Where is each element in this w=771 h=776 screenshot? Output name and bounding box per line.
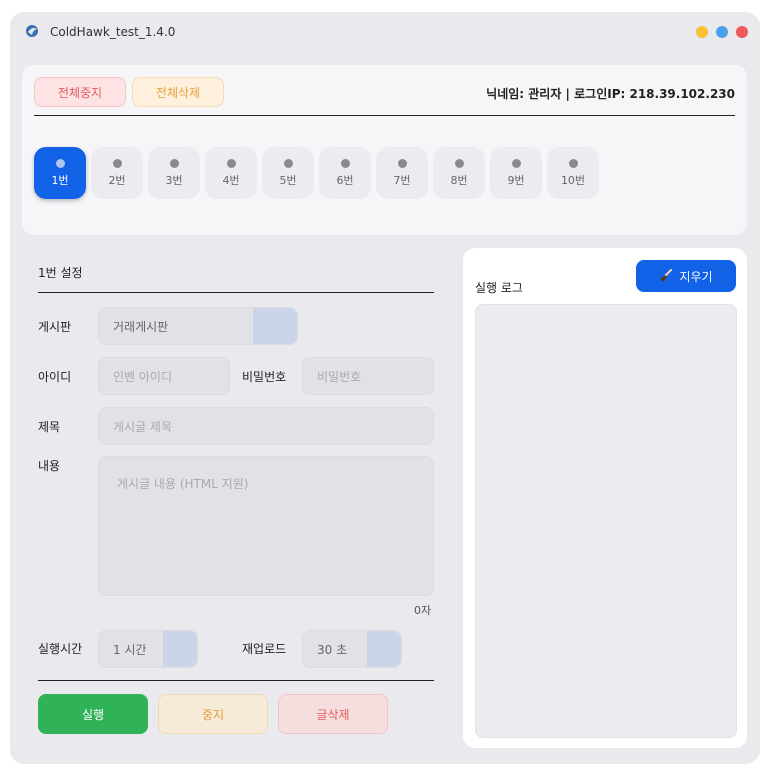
status-dot-icon bbox=[283, 158, 293, 168]
status-dot-icon bbox=[55, 158, 65, 168]
status-dot-icon bbox=[511, 158, 521, 168]
delete-post-button[interactable]: 글삭제 bbox=[278, 694, 388, 734]
stop-all-button[interactable]: 전체중지 bbox=[34, 77, 126, 107]
run-time-dropdown-button[interactable] bbox=[163, 631, 197, 667]
slot-tab-9[interactable]: 9번 bbox=[490, 147, 542, 199]
log-output[interactable] bbox=[475, 304, 737, 738]
delete-all-button[interactable]: 전체삭제 bbox=[132, 77, 224, 107]
status-dot-icon bbox=[397, 158, 407, 168]
slot-tab-3[interactable]: 3번 bbox=[148, 147, 200, 199]
reload-value: 30 초 bbox=[317, 642, 348, 657]
maximize-button[interactable] bbox=[716, 26, 728, 38]
password-input[interactable]: 비밀번호 bbox=[302, 357, 434, 395]
title-bar: ColdHawk_test_1.4.0 bbox=[10, 12, 760, 52]
subject-label: 제목 bbox=[38, 420, 61, 434]
reload-label: 재업로드 bbox=[242, 642, 287, 656]
slot-tab-7[interactable]: 7번 bbox=[376, 147, 428, 199]
run-time-select[interactable]: 1 시간 bbox=[98, 630, 198, 668]
slot-tab-label: 3번 bbox=[165, 173, 183, 187]
divider bbox=[38, 680, 434, 681]
settings-title: 1번 설정 bbox=[38, 266, 83, 280]
slot-tab-label: 9번 bbox=[507, 173, 525, 187]
run-time-value: 1 시간 bbox=[113, 642, 147, 657]
clear-log-label: 지우기 bbox=[679, 269, 713, 284]
reload-dropdown-button[interactable] bbox=[367, 631, 401, 667]
app-window: ColdHawk_test_1.4.0 전체중지 전체삭제 닉네임: 관리자 |… bbox=[10, 12, 760, 764]
id-input[interactable]: 인벤 아이디 bbox=[98, 357, 230, 395]
slot-tab-6[interactable]: 6번 bbox=[319, 147, 371, 199]
board-select[interactable]: 거래게시판 bbox=[98, 307, 298, 345]
divider bbox=[38, 292, 434, 293]
run-button[interactable]: 실행 bbox=[38, 694, 148, 734]
board-dropdown-button[interactable] bbox=[253, 308, 297, 344]
user-info: 닉네임: 관리자 | 로그인IP: 218.39.102.230 bbox=[486, 87, 735, 101]
slot-tab-label: 1번 bbox=[51, 173, 69, 187]
content-label: 내용 bbox=[38, 459, 61, 473]
status-dot-icon bbox=[169, 158, 179, 168]
slot-tab-10[interactable]: 10번 bbox=[547, 147, 599, 199]
board-label: 게시판 bbox=[38, 320, 72, 334]
slot-tab-label: 8번 bbox=[450, 173, 468, 187]
window-title: ColdHawk_test_1.4.0 bbox=[50, 25, 176, 39]
slot-tab-4[interactable]: 4번 bbox=[205, 147, 257, 199]
top-panel: 전체중지 전체삭제 닉네임: 관리자 | 로그인IP: 218.39.102.2… bbox=[22, 65, 747, 235]
reload-select[interactable]: 30 초 bbox=[302, 630, 402, 668]
status-dot-icon bbox=[340, 158, 350, 168]
slot-tab-8[interactable]: 8번 bbox=[433, 147, 485, 199]
status-dot-icon bbox=[454, 158, 464, 168]
slot-tab-2[interactable]: 2번 bbox=[91, 147, 143, 199]
char-count: 0자 bbox=[414, 604, 432, 617]
subject-input[interactable]: 게시글 제목 bbox=[98, 407, 434, 445]
log-title: 실행 로그 bbox=[475, 281, 523, 295]
close-button[interactable] bbox=[736, 26, 748, 38]
stop-button[interactable]: 중지 bbox=[158, 694, 268, 734]
password-label: 비밀번호 bbox=[242, 370, 287, 384]
slot-tab-label: 7번 bbox=[393, 173, 411, 187]
run-time-label: 실행시간 bbox=[38, 642, 83, 656]
slot-tab-label: 4번 bbox=[222, 173, 240, 187]
slot-tab-5[interactable]: 5번 bbox=[262, 147, 314, 199]
divider bbox=[34, 115, 735, 116]
board-select-value: 거래게시판 bbox=[113, 319, 169, 334]
status-dot-icon bbox=[226, 158, 236, 168]
minimize-button[interactable] bbox=[696, 26, 708, 38]
broom-icon bbox=[660, 269, 673, 282]
status-dot-icon bbox=[112, 158, 122, 168]
slot-tab-label: 2번 bbox=[108, 173, 126, 187]
slot-tab-label: 6번 bbox=[336, 173, 354, 187]
log-panel: 실행 로그 지우기 bbox=[463, 248, 747, 748]
slot-tab-label: 5번 bbox=[279, 173, 297, 187]
clear-log-button[interactable]: 지우기 bbox=[636, 260, 736, 292]
slot-tab-1[interactable]: 1번 bbox=[34, 147, 86, 199]
slot-tab-label: 10번 bbox=[560, 173, 586, 187]
status-dot-icon bbox=[568, 158, 578, 168]
content-textarea[interactable]: 게시글 내용 (HTML 지원) bbox=[98, 456, 434, 596]
id-label: 아이디 bbox=[38, 370, 72, 384]
hawk-icon bbox=[26, 25, 38, 37]
